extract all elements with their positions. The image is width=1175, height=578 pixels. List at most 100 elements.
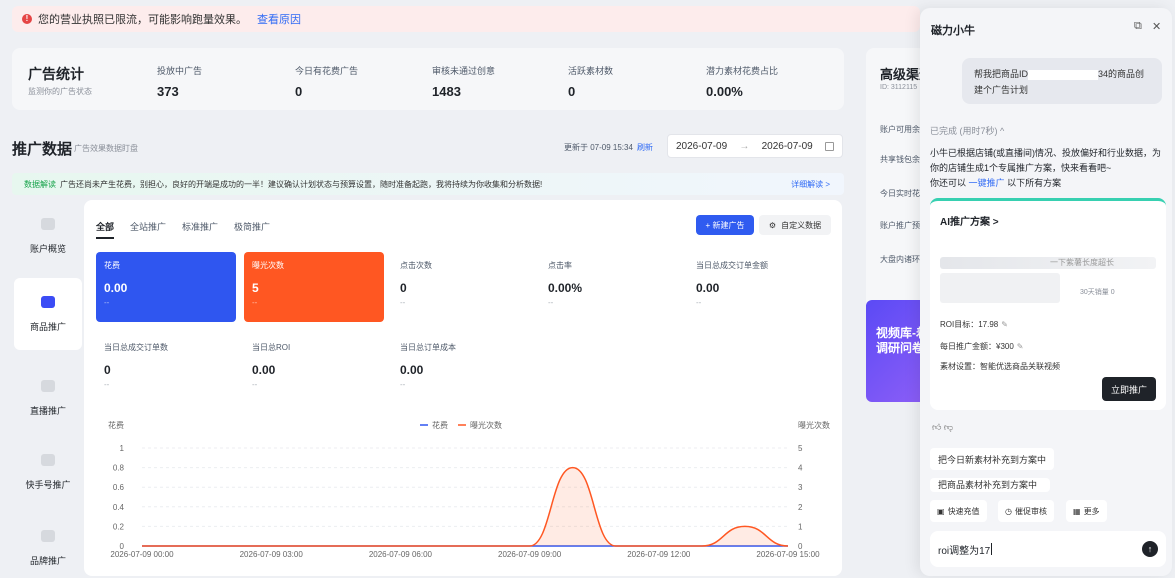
tab-full-site[interactable]: 全站推广 — [130, 220, 166, 239]
custom-data-button[interactable]: ⚙ 自定义数据 — [759, 215, 831, 235]
one-click-promote-link[interactable]: 一键推广 — [969, 178, 1005, 188]
thumb-down-icon[interactable]: 👎︎ — [944, 422, 953, 432]
stat-spending-ads[interactable]: 今日有花费广告 0 — [295, 64, 358, 99]
more-button[interactable]: ▦ 更多 — [1066, 500, 1107, 522]
banner-title: 视频库-着 调研问卷 — [876, 326, 926, 355]
channel-row: 账户推广预 — [880, 221, 920, 230]
stat-label: 活跃素材数 — [568, 66, 614, 76]
metric-roi[interactable]: 当日总ROI 0.00 -- — [244, 334, 384, 404]
legend-label: 曝光次数 — [470, 420, 502, 430]
new-ad-button[interactable]: + 新建广告 — [696, 215, 754, 235]
user-msg-part: 帮我把商品ID — [974, 69, 1029, 79]
stat-label: 审核未通过创意 — [432, 66, 496, 76]
metric-label: 曝光次数 — [252, 261, 284, 270]
data-insight-bar: 数据解读 广告还尚未产生花费，别担心，良好的开端是成功的一半！建议确认计划状态与… — [12, 173, 844, 195]
tab-standard[interactable]: 标准推广 — [182, 220, 218, 239]
metric-value: 0 — [400, 281, 407, 295]
x-tick: 2026-07-09 03:00 — [240, 550, 304, 559]
insight-tag: 数据解读 — [24, 179, 56, 189]
custom-data-label: 自定义数据 — [781, 220, 822, 230]
alert-text: 您的营业执照已限流，可能影响跑量效果。 — [38, 14, 247, 26]
send-icon[interactable]: ↑ — [1142, 541, 1158, 557]
nav-kuaishou-promo[interactable]: 快手号推广 — [14, 436, 82, 508]
material-setting: 素材设置：智能优选商品关联视频 — [940, 362, 1060, 371]
edit-icon[interactable]: ✎ — [1001, 320, 1008, 329]
metric-label: 点击率 — [548, 261, 572, 270]
chat-input-value[interactable]: roi调整为17 — [938, 542, 990, 557]
update-time: 更新于 07-09 15:34 刷新 — [564, 142, 653, 153]
metric-spend[interactable]: 花费 0.00 -- — [96, 252, 236, 322]
cart-icon — [41, 295, 55, 308]
metric-delta: -- — [696, 298, 702, 307]
x-tick: 2026-07-09 09:00 — [498, 550, 562, 559]
metric-ctr[interactable]: 点击率 0.00% -- — [540, 252, 680, 322]
alert-link[interactable]: 查看原因 — [257, 11, 301, 27]
metric-delta: -- — [104, 298, 110, 307]
nav-product-promo[interactable]: 商品推广 — [14, 278, 82, 350]
y-tick-left: 0.6 — [113, 483, 125, 492]
promote-now-button[interactable]: 立即推广 — [1102, 377, 1156, 401]
y-axis-label-left: 花费 — [108, 420, 124, 430]
ai-plan-title[interactable]: AI推广方案 > — [940, 213, 999, 228]
chat-input[interactable]: roi调整为17 ↑ — [930, 531, 1166, 567]
metric-value: 0 — [104, 363, 111, 377]
insight-more-link[interactable]: 详细解读 > — [791, 179, 830, 190]
date-range-picker[interactable]: 2026-07-09 → 2026-07-09 — [667, 134, 843, 158]
blurred-product — [940, 257, 1156, 269]
ad-stats-card: 广告统计 监测你的广告状态 投放中广告 373 今日有花费广告 0 审核未通过创意 1… — [12, 48, 844, 110]
stats-subtitle: 监测你的广告状态 — [28, 87, 92, 96]
date-start[interactable]: 2026-07-09 — [676, 141, 727, 152]
nav-account-overview[interactable]: 账户概览 — [14, 200, 82, 272]
promo-tabs: 全部 全站推广 标准推广 极简推广 — [96, 220, 270, 239]
calendar-icon[interactable] — [824, 141, 834, 151]
metric-label: 当日总ROI — [252, 343, 291, 352]
expand-icon[interactable]: ⧉ — [1134, 20, 1142, 33]
date-end[interactable]: 2026-07-09 — [762, 141, 813, 152]
suggestion-chip[interactable]: 把今日新素材补充到方案中 — [930, 448, 1055, 470]
nav-live-promo[interactable]: 直播推广 — [14, 362, 82, 434]
daily-budget[interactable]: 每日推广金额：¥300 ✎ — [940, 341, 1024, 352]
metric-impressions[interactable]: 曝光次数 5 -- — [244, 252, 384, 322]
assistant-title: 磁力小牛 — [931, 25, 975, 37]
edit-icon[interactable]: ✎ — [1017, 342, 1024, 351]
metric-delta: -- — [400, 380, 406, 389]
y-tick-right: 3 — [798, 483, 803, 492]
urge-review-button[interactable]: ◷ 催促审核 — [998, 500, 1054, 522]
stat-value: 0.00% — [706, 84, 743, 99]
date-arrow: → — [739, 140, 750, 152]
stat-active-ads[interactable]: 投放中广告 373 — [157, 64, 202, 99]
trend-chart: 花费 曝光次数 花费 曝光次数 0 0 0.2 1 0.4 2 0.6 3 0.8 4 1 5 2026-07-… — [98, 416, 832, 566]
close-icon[interactable]: ✕ — [1152, 20, 1161, 33]
wallet-icon: ▣ — [937, 506, 945, 516]
trend-chart-svg: 花费 曝光次数花费 曝光次数0 00.2 10.4 20.6 30.8 41 52026-07-… — [108, 420, 830, 559]
y-tick-right: 5 — [798, 444, 803, 453]
thumb-up-icon[interactable]: 👍︎ — [932, 422, 941, 432]
survey-banner[interactable]: 视频库-着 调研问卷 — [866, 300, 926, 402]
x-tick: 2026-07-09 12:00 — [627, 550, 691, 559]
channel-row: 大盘内诸环 — [880, 255, 920, 264]
metric-delta: -- — [548, 298, 554, 307]
reply-text: 小牛已根据店铺(或直播间)情况、投放偏好和行业数据，为你的店铺生成1个专属推广方… — [930, 148, 1161, 173]
channel-id: ID: 3112115 — [880, 84, 918, 91]
quick-label: 更多 — [1083, 506, 1100, 516]
suggestion-chip[interactable]: 把商品素材补充到方案中 — [930, 478, 1050, 492]
stat-label: 投放中广告 — [157, 66, 203, 76]
refresh-link[interactable]: 刷新 — [637, 143, 653, 152]
tab-all[interactable]: 全部 — [96, 220, 115, 239]
assistant-panel: 磁力小牛 ⧉ ✕ 帮我把商品ID 34的商品创建个广告计划 已完成 (用时7秒) … — [920, 8, 1172, 576]
metric-gmv[interactable]: 当日总成交订单金额 0.00 -- — [688, 252, 828, 322]
metric-clicks[interactable]: 点击次数 0 -- — [392, 252, 532, 322]
stat-potential-ratio[interactable]: 潜力素材花费占比 0.00% — [706, 64, 778, 99]
stat-rejected-creatives[interactable]: 审核未通过创意 1483 — [432, 64, 495, 99]
blurred-image — [940, 273, 1060, 303]
nav-label: 商品推广 — [29, 321, 66, 332]
quick-recharge-button[interactable]: ▣ 快速充值 — [930, 500, 987, 522]
tab-simple[interactable]: 极简推广 — [234, 220, 270, 239]
nav-brand-promo[interactable]: 品牌推广 — [14, 512, 82, 578]
completed-status[interactable]: 已完成 (用时7秒) ^ — [930, 124, 1004, 137]
stat-active-materials[interactable]: 活跃素材数 0 — [568, 64, 613, 99]
metric-order-cost[interactable]: 当日总订单成本 0.00 -- — [392, 334, 532, 404]
roi-target[interactable]: ROI目标：17.98 ✎ — [940, 319, 1008, 330]
metric-orders[interactable]: 当日总成交订单数 0 -- — [96, 334, 236, 404]
text-cursor — [991, 543, 993, 555]
